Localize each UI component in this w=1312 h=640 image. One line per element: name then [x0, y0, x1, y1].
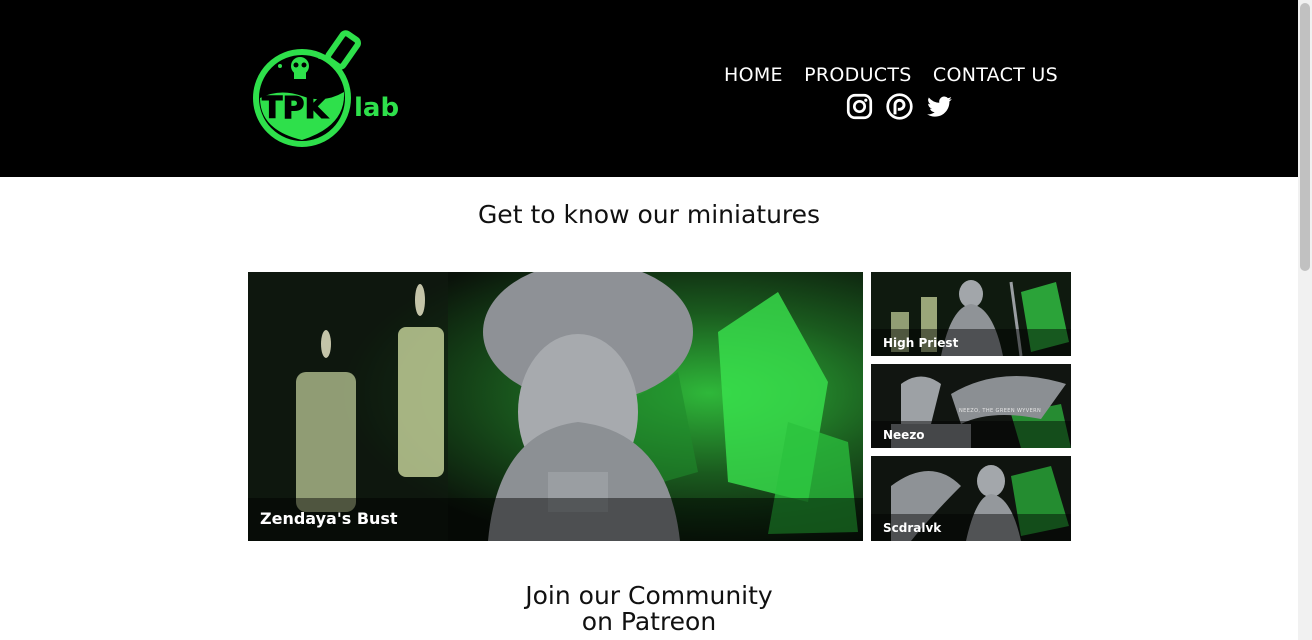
- image-overlay-text: NEEZO, THE GREEN WYVERN: [959, 408, 1042, 414]
- nav-products[interactable]: PRODUCTS: [804, 64, 911, 86]
- social-links: [846, 93, 953, 120]
- site-header: TPK lab HOME PRODUCTS CONTACT US: [0, 0, 1298, 177]
- community-heading: Join our Community on Patreon: [0, 583, 1298, 635]
- nav-home[interactable]: HOME: [724, 64, 783, 86]
- scrollbar-thumb[interactable]: [1300, 3, 1310, 271]
- instagram-icon[interactable]: [846, 93, 873, 120]
- patreon-icon[interactable]: [886, 93, 913, 120]
- tile-label: Zendaya's Bust: [260, 509, 398, 528]
- gallery-featured-tile[interactable]: Zendaya's Bust: [248, 272, 863, 541]
- twitter-icon[interactable]: [926, 93, 953, 120]
- tpk-lab-logo[interactable]: TPK lab: [250, 26, 410, 150]
- community-title-line1: Join our Community: [525, 581, 773, 610]
- gallery-tile-high-priest[interactable]: High Priest: [871, 272, 1071, 356]
- page-scrollbar[interactable]: [1298, 0, 1312, 640]
- tile-label: Neezo: [883, 428, 925, 442]
- gallery-tile-neezo[interactable]: NEEZO, THE GREEN WYVERN Neezo: [871, 364, 1071, 448]
- tile-label: High Priest: [883, 336, 959, 350]
- tile-label: Scdralvk: [883, 521, 942, 535]
- gallery-tile-scdralvk[interactable]: Scdralvk: [871, 456, 1071, 541]
- main-nav: HOME PRODUCTS CONTACT US: [724, 64, 1058, 86]
- gallery-title: Get to know our miniatures: [477, 200, 821, 229]
- community-title-line2: on Patreon: [581, 607, 717, 636]
- nav-contact-us[interactable]: CONTACT US: [933, 64, 1058, 86]
- svg-text:TPK: TPK: [262, 91, 329, 126]
- svg-text:lab: lab: [354, 93, 399, 123]
